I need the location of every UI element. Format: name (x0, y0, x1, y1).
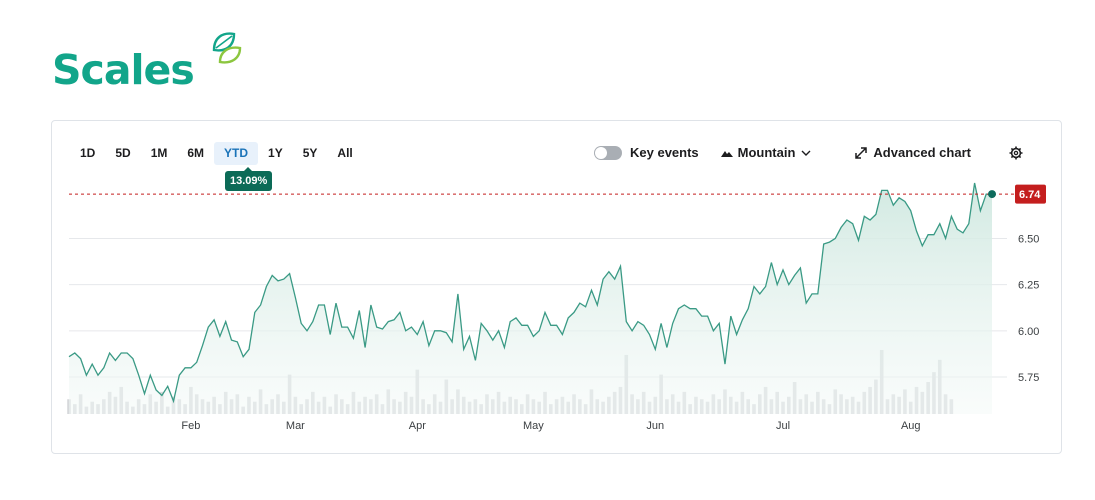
x-tick-label-aug: Aug (901, 420, 921, 432)
price-area (69, 183, 992, 414)
svg-text:6.74: 6.74 (1019, 189, 1041, 201)
last-price-dot (988, 190, 996, 199)
y-tick-label: 6.00 (1018, 326, 1039, 338)
last-price-tag: 6.74 (1015, 184, 1046, 204)
x-tick-label-feb: Feb (181, 420, 200, 432)
x-tick-label-mar: Mar (286, 420, 305, 432)
scales-logo: Scales (52, 28, 252, 94)
stock-chart-card: 1D 5D 1M 6M YTD 1Y 5Y All 13.09% Key eve… (51, 120, 1062, 454)
y-tick-label: 5.75 (1018, 372, 1039, 384)
price-chart[interactable]: 6.74 5.75 6.00 6.25 6.50 Feb Mar Apr May Jun Jul… (52, 121, 1061, 453)
leaf-logo-icon (212, 32, 242, 64)
x-tick-label-jun: Jun (646, 420, 664, 432)
x-tick-label-apr: Apr (409, 420, 426, 432)
x-tick-label-may: May (523, 420, 544, 432)
y-tick-label: 6.50 (1018, 233, 1039, 245)
brand-name: Scales (52, 46, 195, 94)
x-tick-label-jul: Jul (776, 420, 790, 432)
y-tick-label: 6.25 (1018, 280, 1039, 292)
